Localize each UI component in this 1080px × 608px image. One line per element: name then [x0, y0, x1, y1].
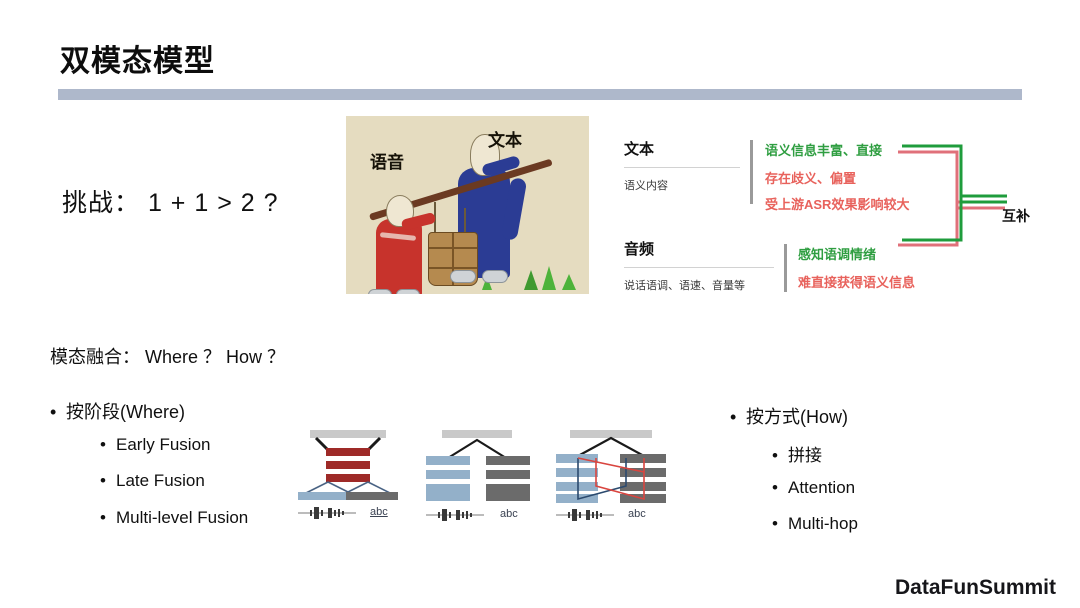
bullet-where-heading: • 按阶段(Where) — [50, 398, 185, 424]
bullet-early-fusion: • Early Fusion — [100, 435, 210, 455]
grass-tuft-icon — [562, 274, 576, 290]
bullet-early-fusion-label: Early Fusion — [116, 435, 211, 454]
page-title: 双模态模型 — [60, 45, 215, 78]
tall-monk-foot — [482, 270, 508, 283]
bullet-multi-hop-label: Multi-hop — [788, 514, 858, 533]
complementarity-label: 互补 — [1002, 208, 1030, 224]
bullet-where-heading-label: 按阶段(Where) — [66, 402, 186, 422]
modality-attribute-positive: 感知语调情绪 — [798, 247, 877, 262]
bullet-how-heading-label: 按方式(How) — [746, 407, 848, 427]
small-monk-foot — [368, 289, 392, 294]
bullet-concat: • 拼接 — [772, 441, 822, 466]
bullet-dot-icon: • — [100, 435, 106, 454]
small-monk-foot — [396, 289, 420, 294]
modality-underline — [624, 167, 740, 168]
grass-tuft-icon — [542, 266, 556, 290]
modality-attribute-negative: 难直接获得语义信息 — [798, 275, 916, 290]
bullet-dot-icon: • — [772, 478, 778, 497]
grass-tuft-icon — [524, 270, 538, 290]
bullet-multi-level-fusion-label: Multi-level Fusion — [116, 508, 249, 527]
illustration-label-speech: 语音 — [370, 153, 404, 172]
text-caption-abc: abc — [628, 508, 646, 520]
modality-separator-bar-text — [750, 140, 753, 204]
modality-block-text: 文本 语义内容 — [624, 138, 740, 193]
challenge-text: 挑战： 1 + 1 > 2 ? — [62, 189, 279, 217]
modality-separator-bar-audio — [784, 244, 787, 292]
monks-carrying-water-illustration: 语音 文本 — [346, 116, 589, 294]
footer-logo: DataFunSummit — [894, 576, 1056, 599]
bullet-attention-label: Attention — [788, 478, 856, 497]
modality-attribute-negative: 存在歧义、偏置 — [765, 171, 857, 186]
modality-underline — [624, 267, 774, 268]
multi-level-fusion-diagram: abc — [556, 428, 668, 521]
text-caption-abc: abc — [370, 506, 388, 518]
modality-attribute-negative: 受上游ASR效果影响较大 — [765, 197, 910, 212]
modality-subtitle: 说话语调、语速、音量等 — [624, 280, 745, 292]
text-caption-abc: abc — [500, 508, 518, 520]
modality-subtitle: 语义内容 — [624, 180, 668, 192]
bullet-concat-label: 拼接 — [788, 446, 822, 465]
audio-waveform-icon — [556, 509, 614, 521]
bullet-dot-icon: • — [50, 402, 57, 422]
audio-waveform-icon — [298, 507, 356, 519]
small-monk-body — [376, 219, 422, 294]
bullet-dot-icon: • — [100, 471, 106, 490]
audio-waveform-icon — [426, 509, 484, 521]
bullet-dot-icon: • — [772, 446, 778, 465]
bullet-multi-level-fusion: • Multi-level Fusion — [100, 508, 248, 528]
late-fusion-diagram: abc — [424, 428, 534, 521]
bullet-dot-icon: • — [730, 407, 737, 427]
fusion-heading: 模态融合： Where ？ How ？ — [50, 347, 286, 367]
modality-attribute-positive: 语义信息丰富、直接 — [765, 143, 883, 158]
illustration-label-text: 文本 — [488, 131, 522, 150]
modality-name: 文本 — [624, 141, 655, 158]
bullet-dot-icon: • — [100, 508, 106, 527]
bullet-dot-icon: • — [772, 514, 778, 533]
modality-block-audio: 音频 说话语调、语速、音量等 — [624, 238, 774, 293]
bullet-multi-hop: • Multi-hop — [772, 514, 858, 534]
bucket-rope — [464, 208, 466, 234]
complementarity-bracket — [895, 140, 1015, 260]
bullet-late-fusion: • Late Fusion — [100, 471, 205, 491]
bullet-attention: • Attention — [772, 478, 855, 498]
modality-name: 音频 — [624, 241, 655, 258]
bullet-late-fusion-label: Late Fusion — [116, 471, 205, 490]
tall-monk-foot — [450, 270, 476, 283]
bullet-how-heading: • 按方式(How) — [730, 403, 848, 429]
title-divider-rule — [58, 89, 1022, 100]
early-fusion-diagram: abc — [296, 428, 400, 519]
